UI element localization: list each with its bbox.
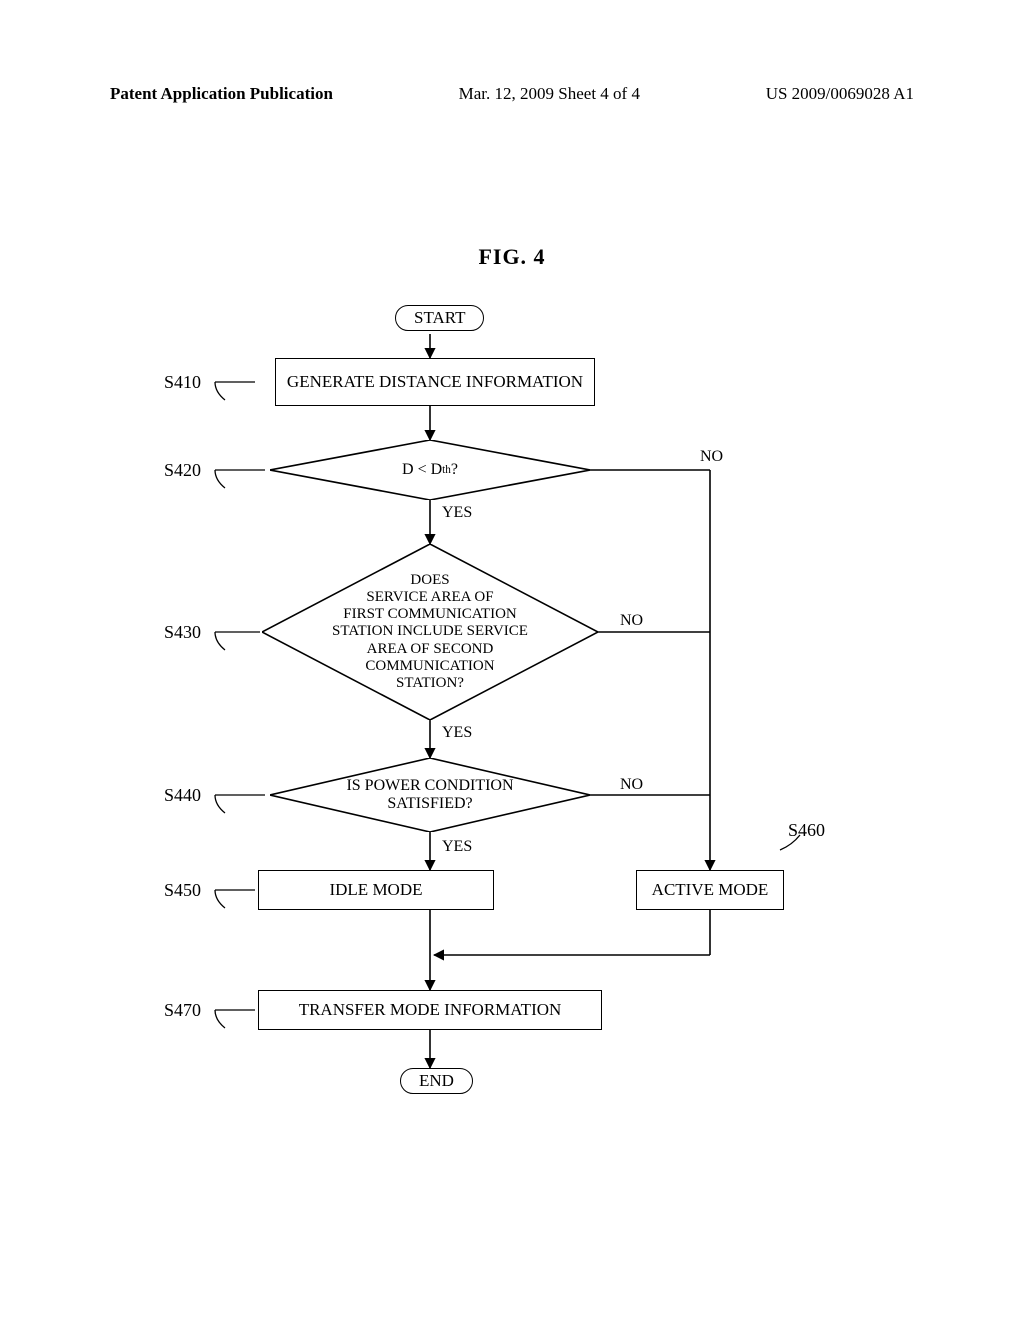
ref-s430: S430 — [164, 622, 201, 643]
process-s470: TRANSFER MODE INFORMATION — [258, 990, 602, 1030]
ref-s440: S440 — [164, 785, 201, 806]
edge-yes-s420: YES — [442, 504, 472, 522]
header-center: Mar. 12, 2009 Sheet 4 of 4 — [459, 84, 640, 104]
process-s460-text: ACTIVE MODE — [652, 880, 769, 900]
figure-title: FIG. 4 — [0, 244, 1024, 270]
edge-no-s430: NO — [620, 612, 643, 630]
edge-yes-s430: YES — [442, 724, 472, 742]
process-s450-text: IDLE MODE — [329, 880, 422, 900]
edge-no-s420: NO — [700, 448, 723, 466]
ref-s410: S410 — [164, 372, 201, 393]
header-left: Patent Application Publication — [110, 84, 333, 104]
ref-s450: S450 — [164, 880, 201, 901]
ref-s460: S460 — [788, 820, 825, 841]
decision-s430-text: DOESSERVICE AREA OFFIRST COMMUNICATIONST… — [262, 544, 598, 720]
decision-s440: IS POWER CONDITIONSATISFIED? — [270, 758, 590, 832]
ref-s420: S420 — [164, 460, 201, 481]
edge-yes-s440: YES — [442, 838, 472, 856]
decision-s430: DOESSERVICE AREA OFFIRST COMMUNICATIONST… — [262, 544, 598, 720]
header-right: US 2009/0069028 A1 — [766, 84, 914, 104]
process-s450: IDLE MODE — [258, 870, 494, 910]
process-s470-text: TRANSFER MODE INFORMATION — [299, 1000, 562, 1020]
terminal-start: START — [395, 305, 484, 331]
decision-s420-text: D < Dth ? — [270, 440, 590, 500]
process-s410-text: GENERATE DISTANCE INFORMATION — [287, 372, 583, 392]
decision-s440-text: IS POWER CONDITIONSATISFIED? — [270, 758, 590, 832]
page: Patent Application Publication Mar. 12, … — [0, 0, 1024, 1320]
page-header: Patent Application Publication Mar. 12, … — [110, 84, 914, 104]
process-s410: GENERATE DISTANCE INFORMATION — [275, 358, 595, 406]
edge-no-s440: NO — [620, 776, 643, 794]
terminal-end: END — [400, 1068, 473, 1094]
process-s460: ACTIVE MODE — [636, 870, 784, 910]
ref-s470: S470 — [164, 1000, 201, 1021]
decision-s420: D < Dth ? — [270, 440, 590, 500]
